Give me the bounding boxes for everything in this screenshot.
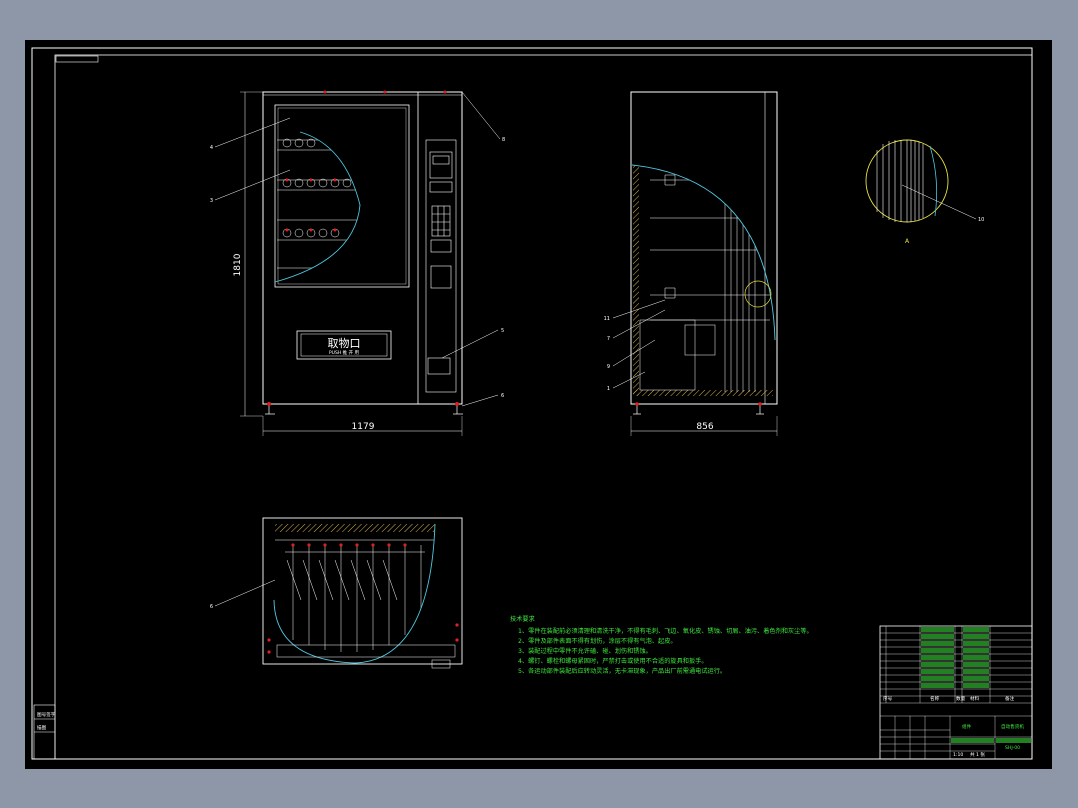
title-block: 序号 名称 数量 材料 备注 组件 自动售货机 1:10 共 1 张 SHJ-0… — [879, 625, 1033, 760]
dim-front-height: 1810 — [233, 253, 243, 276]
side-dimensions: 856 — [630, 416, 778, 436]
technical-notes: 技术要求 1、零件在装配前必须清理和清洗干净，不得有毛刺、飞边、氧化皮、锈蚀、切… — [510, 615, 813, 675]
drawing-sheet: 图号签字 描图 取物口 PUSH 推 开 用 1810 1179 4 3 8 5… — [25, 40, 1052, 769]
detail-view-a — [865, 139, 977, 223]
pickup-label: 取物口 — [328, 336, 361, 350]
tech-notes-title: 技术要求 — [510, 615, 535, 623]
callout-side-1: 11 — [604, 316, 610, 322]
title-sheet: 共 1 张 — [970, 751, 985, 758]
bom-col-note: 备注 — [1005, 695, 1015, 702]
bom-col-seq: 序号 — [883, 695, 893, 702]
title-drawing-name: 自动售货机 — [1001, 723, 1024, 730]
front-dimensions: 1810 1179 — [233, 91, 463, 436]
callout-side-4: 1 — [607, 386, 610, 392]
keypad — [431, 205, 451, 237]
bom-col-qty: 数量 — [956, 695, 966, 702]
left-stamp-block: 图号签字 描图 — [33, 704, 56, 760]
front-view: 取物口 PUSH 推 开 用 — [262, 90, 463, 415]
section-view — [214, 517, 463, 669]
tech-note-1: 1、零件在装配前必须清理和清洗干净，不得有毛刺、飞边、氧化皮、锈蚀、切屑、油污、… — [518, 627, 813, 635]
callout-front-4: 5 — [501, 328, 504, 334]
title-scale: 1:10 — [953, 752, 963, 758]
title-material: 组件 — [962, 723, 972, 730]
side-view — [630, 91, 778, 415]
callout-side-3: 9 — [607, 364, 610, 370]
dim-side-depth: 856 — [696, 422, 713, 432]
tech-note-2: 2、零件及部件表面不得有划伤，涂层不得有气泡、起皮。 — [518, 637, 677, 645]
detail-label: A — [905, 238, 910, 245]
front-feet — [265, 404, 463, 415]
glass-window — [274, 104, 410, 288]
tech-note-3: 3、装配过程中零件不允许磕、碰、划伤和锈蚀。 — [518, 647, 652, 655]
coin-slot — [429, 181, 453, 193]
change-cup — [427, 357, 451, 375]
callout-detail: 10 — [978, 217, 984, 223]
callout-front-5: 6 — [501, 393, 504, 399]
tech-note-5: 5、各运动部件装配后应转动灵活，无卡滞现象，产品出厂前需通电试运行。 — [518, 667, 726, 675]
callout-front-2: 3 — [210, 198, 213, 204]
cad-drawing: 图号签字 描图 取物口 PUSH 推 开 用 1810 1179 4 3 8 5… — [31, 47, 1033, 760]
bom-col-mat: 材料 — [970, 695, 980, 702]
callout-front-3: 8 — [502, 137, 505, 143]
tech-note-4: 4、螺钉、螺栓和螺母紧固时，严禁打击或使用不合适的旋具和扳手。 — [518, 657, 708, 665]
bom-col-name: 名称 — [930, 695, 940, 702]
dim-front-width: 1179 — [352, 422, 375, 432]
pickup-sublabel: PUSH 推 开 用 — [329, 349, 359, 356]
callout-section: 6 — [210, 604, 213, 610]
bill-acceptor — [430, 239, 452, 253]
stamp-line-2: 描图 — [37, 724, 47, 731]
stamp-line-1: 图号签字 — [37, 711, 56, 718]
corner-box — [55, 55, 99, 63]
callout-side-2: 7 — [607, 336, 610, 342]
control-panel — [425, 139, 457, 393]
coin-return — [430, 265, 452, 289]
callout-front-1: 4 — [210, 145, 213, 151]
title-drawing-no: SHJ-00 — [1005, 745, 1020, 751]
